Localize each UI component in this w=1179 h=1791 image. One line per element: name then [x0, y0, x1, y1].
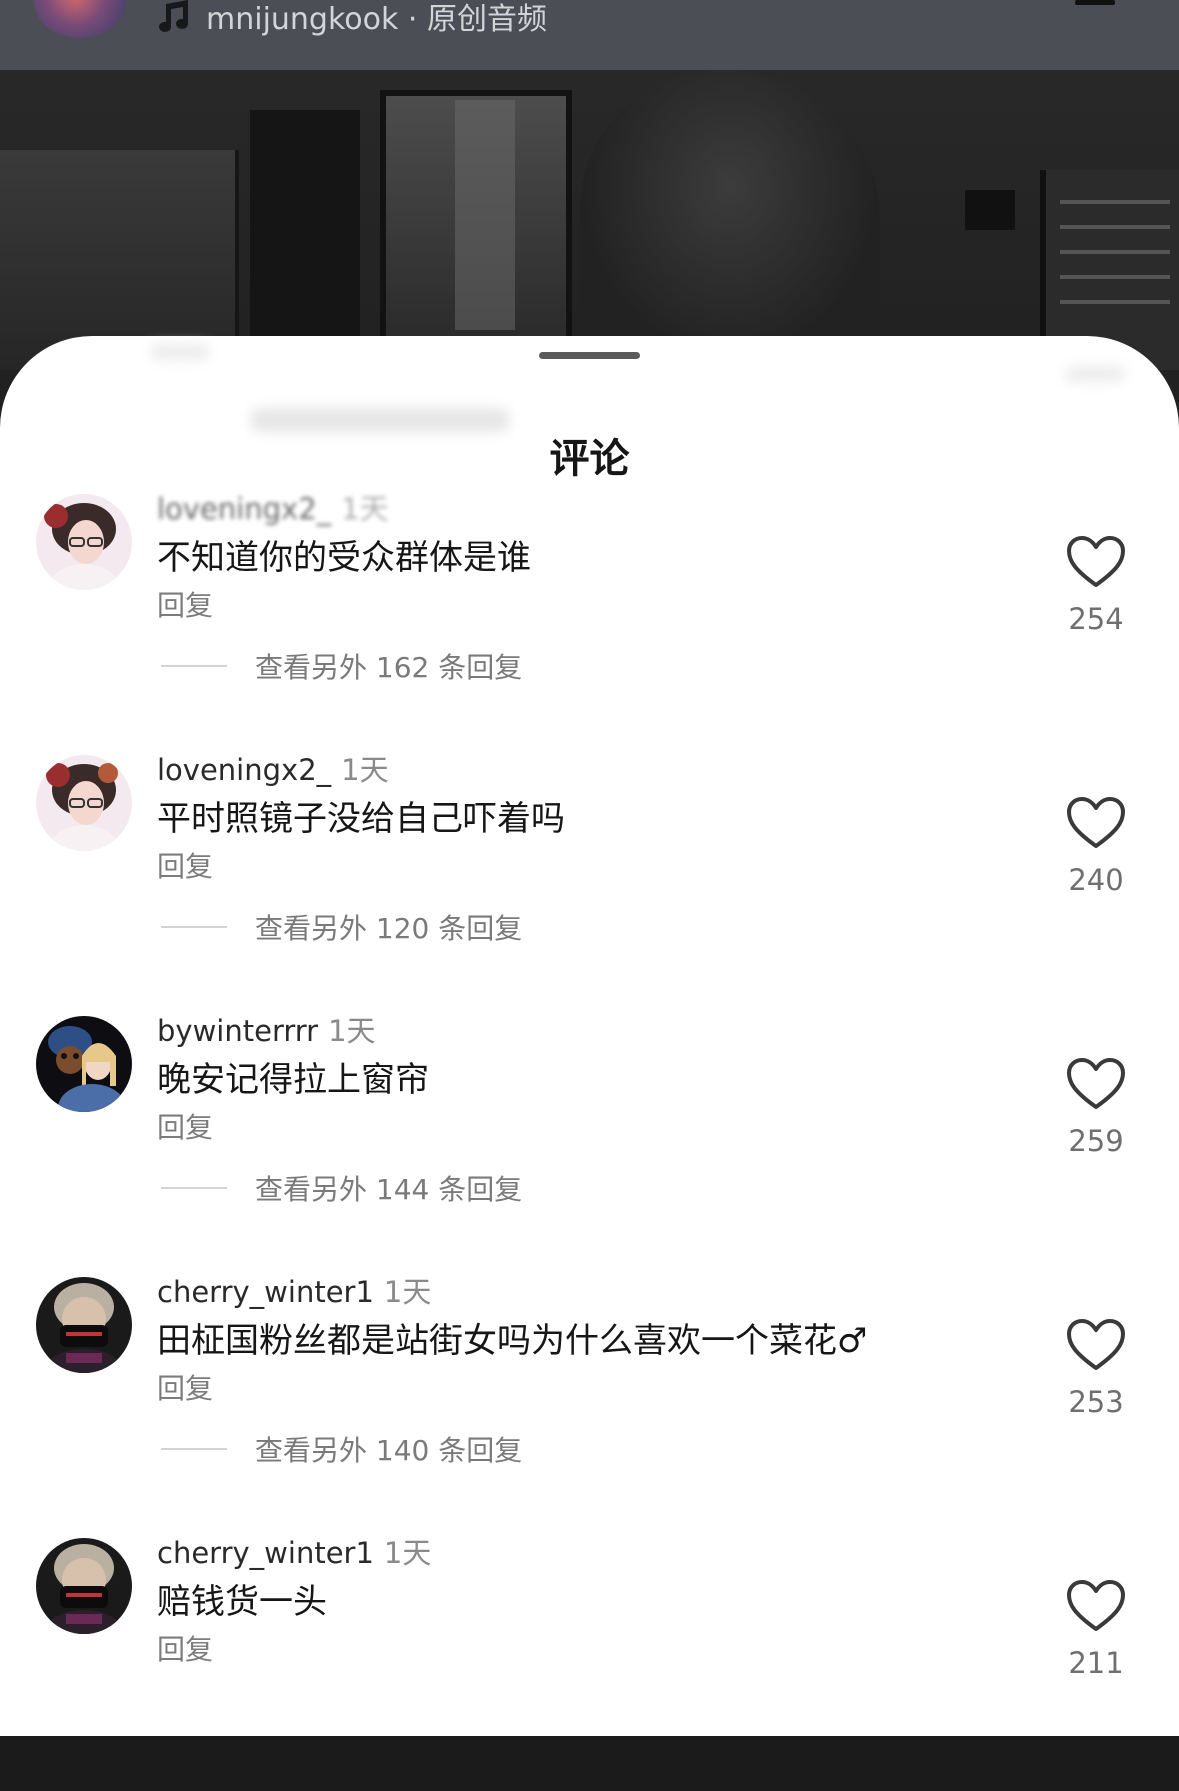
creator-avatar[interactable] [34, 0, 126, 38]
avatar[interactable] [36, 1277, 132, 1373]
menu-handle-icon[interactable] [1075, 0, 1115, 5]
like-count: 253 [1068, 1385, 1124, 1419]
music-label[interactable]: mnijungkook · 原创音频 [206, 0, 547, 38]
sheet-title: 评论 [549, 436, 630, 482]
comment-text: 晚安记得拉上窗帘 [157, 1060, 429, 1100]
reply-button[interactable]: 回复 [157, 1367, 213, 1407]
heart-icon[interactable] [1065, 534, 1127, 590]
heart-icon[interactable] [1065, 1056, 1127, 1112]
music-note-icon [159, 0, 188, 32]
comment-username[interactable]: cherry_winter1 1天 [157, 1530, 431, 1572]
like-count: 240 [1068, 863, 1124, 897]
comment-text: 平时照镜子没给自己吓着吗 [157, 799, 565, 839]
blurred-underlay [150, 344, 210, 360]
avatar[interactable] [36, 1016, 132, 1112]
background-sign [965, 190, 1015, 230]
divider-line [161, 1448, 227, 1450]
view-more-replies-button[interactable]: 查看另外 140 条回复 [255, 1429, 522, 1469]
sheet-grabber[interactable] [539, 352, 640, 359]
comment-time: 1天 [383, 1536, 432, 1570]
avatar[interactable] [36, 494, 132, 590]
comment-item: cherry_winter1 1天 田柾国粉丝都是站街女吗为什么喜欢一个菜花♂ 回… [0, 1269, 1179, 1530]
view-more-replies-button[interactable]: 查看另外 162 条回复 [255, 646, 522, 686]
avatar[interactable] [36, 755, 132, 851]
reply-button[interactable]: 回复 [157, 845, 213, 885]
comments-sheet: 评论 loveningx2_ 1天 不知道你的受众群体是谁 回复 查看另外 162… [0, 336, 1179, 1736]
background-window-glare [455, 100, 515, 330]
heart-icon[interactable] [1065, 1578, 1127, 1634]
view-more-replies-button[interactable]: 查看另外 144 条回复 [255, 1168, 522, 1208]
comment-time: 1天 [328, 1014, 376, 1048]
view-more-replies-button[interactable]: 查看另外 120 条回复 [255, 907, 522, 947]
comment-text: 不知道你的受众群体是谁 [157, 538, 531, 578]
comment-username[interactable]: cherry_winter1 1天 [157, 1269, 431, 1311]
like-count: 211 [1068, 1646, 1124, 1680]
comment-time: 1天 [341, 492, 389, 526]
reply-button[interactable]: 回复 [157, 1106, 213, 1146]
heart-icon[interactable] [1065, 795, 1127, 851]
comment-time: 1天 [341, 753, 389, 787]
avatar[interactable] [36, 1538, 132, 1634]
comment-time: 1天 [383, 1275, 432, 1309]
comment-item: loveningx2_ 1天 平时照镜子没给自己吓着吗 回复 查看另外 120 条… [0, 747, 1179, 1008]
reply-button[interactable]: 回复 [157, 584, 213, 624]
comment-username[interactable]: loveningx2_ 1天 [157, 486, 389, 528]
divider-line [161, 665, 227, 667]
person-beanie [580, 70, 880, 360]
background-doorway [250, 110, 360, 360]
comment-item: cherry_winter1 1天 赔钱货一头 回复 211 [0, 1530, 1179, 1791]
comment-text: 田柾国粉丝都是站街女吗为什么喜欢一个菜花♂ [157, 1321, 868, 1361]
like-count: 254 [1068, 602, 1124, 636]
top-bar: mnijungkook · 原创音频 [0, 0, 1179, 70]
comment-item: bywinterrrr 1天 晚安记得拉上窗帘 回复 查看另外 144 条回复 2… [0, 1008, 1179, 1269]
divider-line [161, 926, 227, 928]
blurred-underlay [1065, 366, 1125, 382]
comment-item: loveningx2_ 1天 不知道你的受众群体是谁 回复 查看另外 162 条回… [0, 486, 1179, 747]
comment-username[interactable]: bywinterrrr 1天 [157, 1008, 376, 1050]
comment-text: 赔钱货一头 [157, 1582, 327, 1622]
divider-line [161, 1187, 227, 1189]
comment-username[interactable]: loveningx2_ 1天 [157, 747, 389, 789]
heart-icon[interactable] [1065, 1317, 1127, 1373]
reply-button[interactable]: 回复 [157, 1628, 213, 1668]
like-count: 259 [1068, 1124, 1124, 1158]
